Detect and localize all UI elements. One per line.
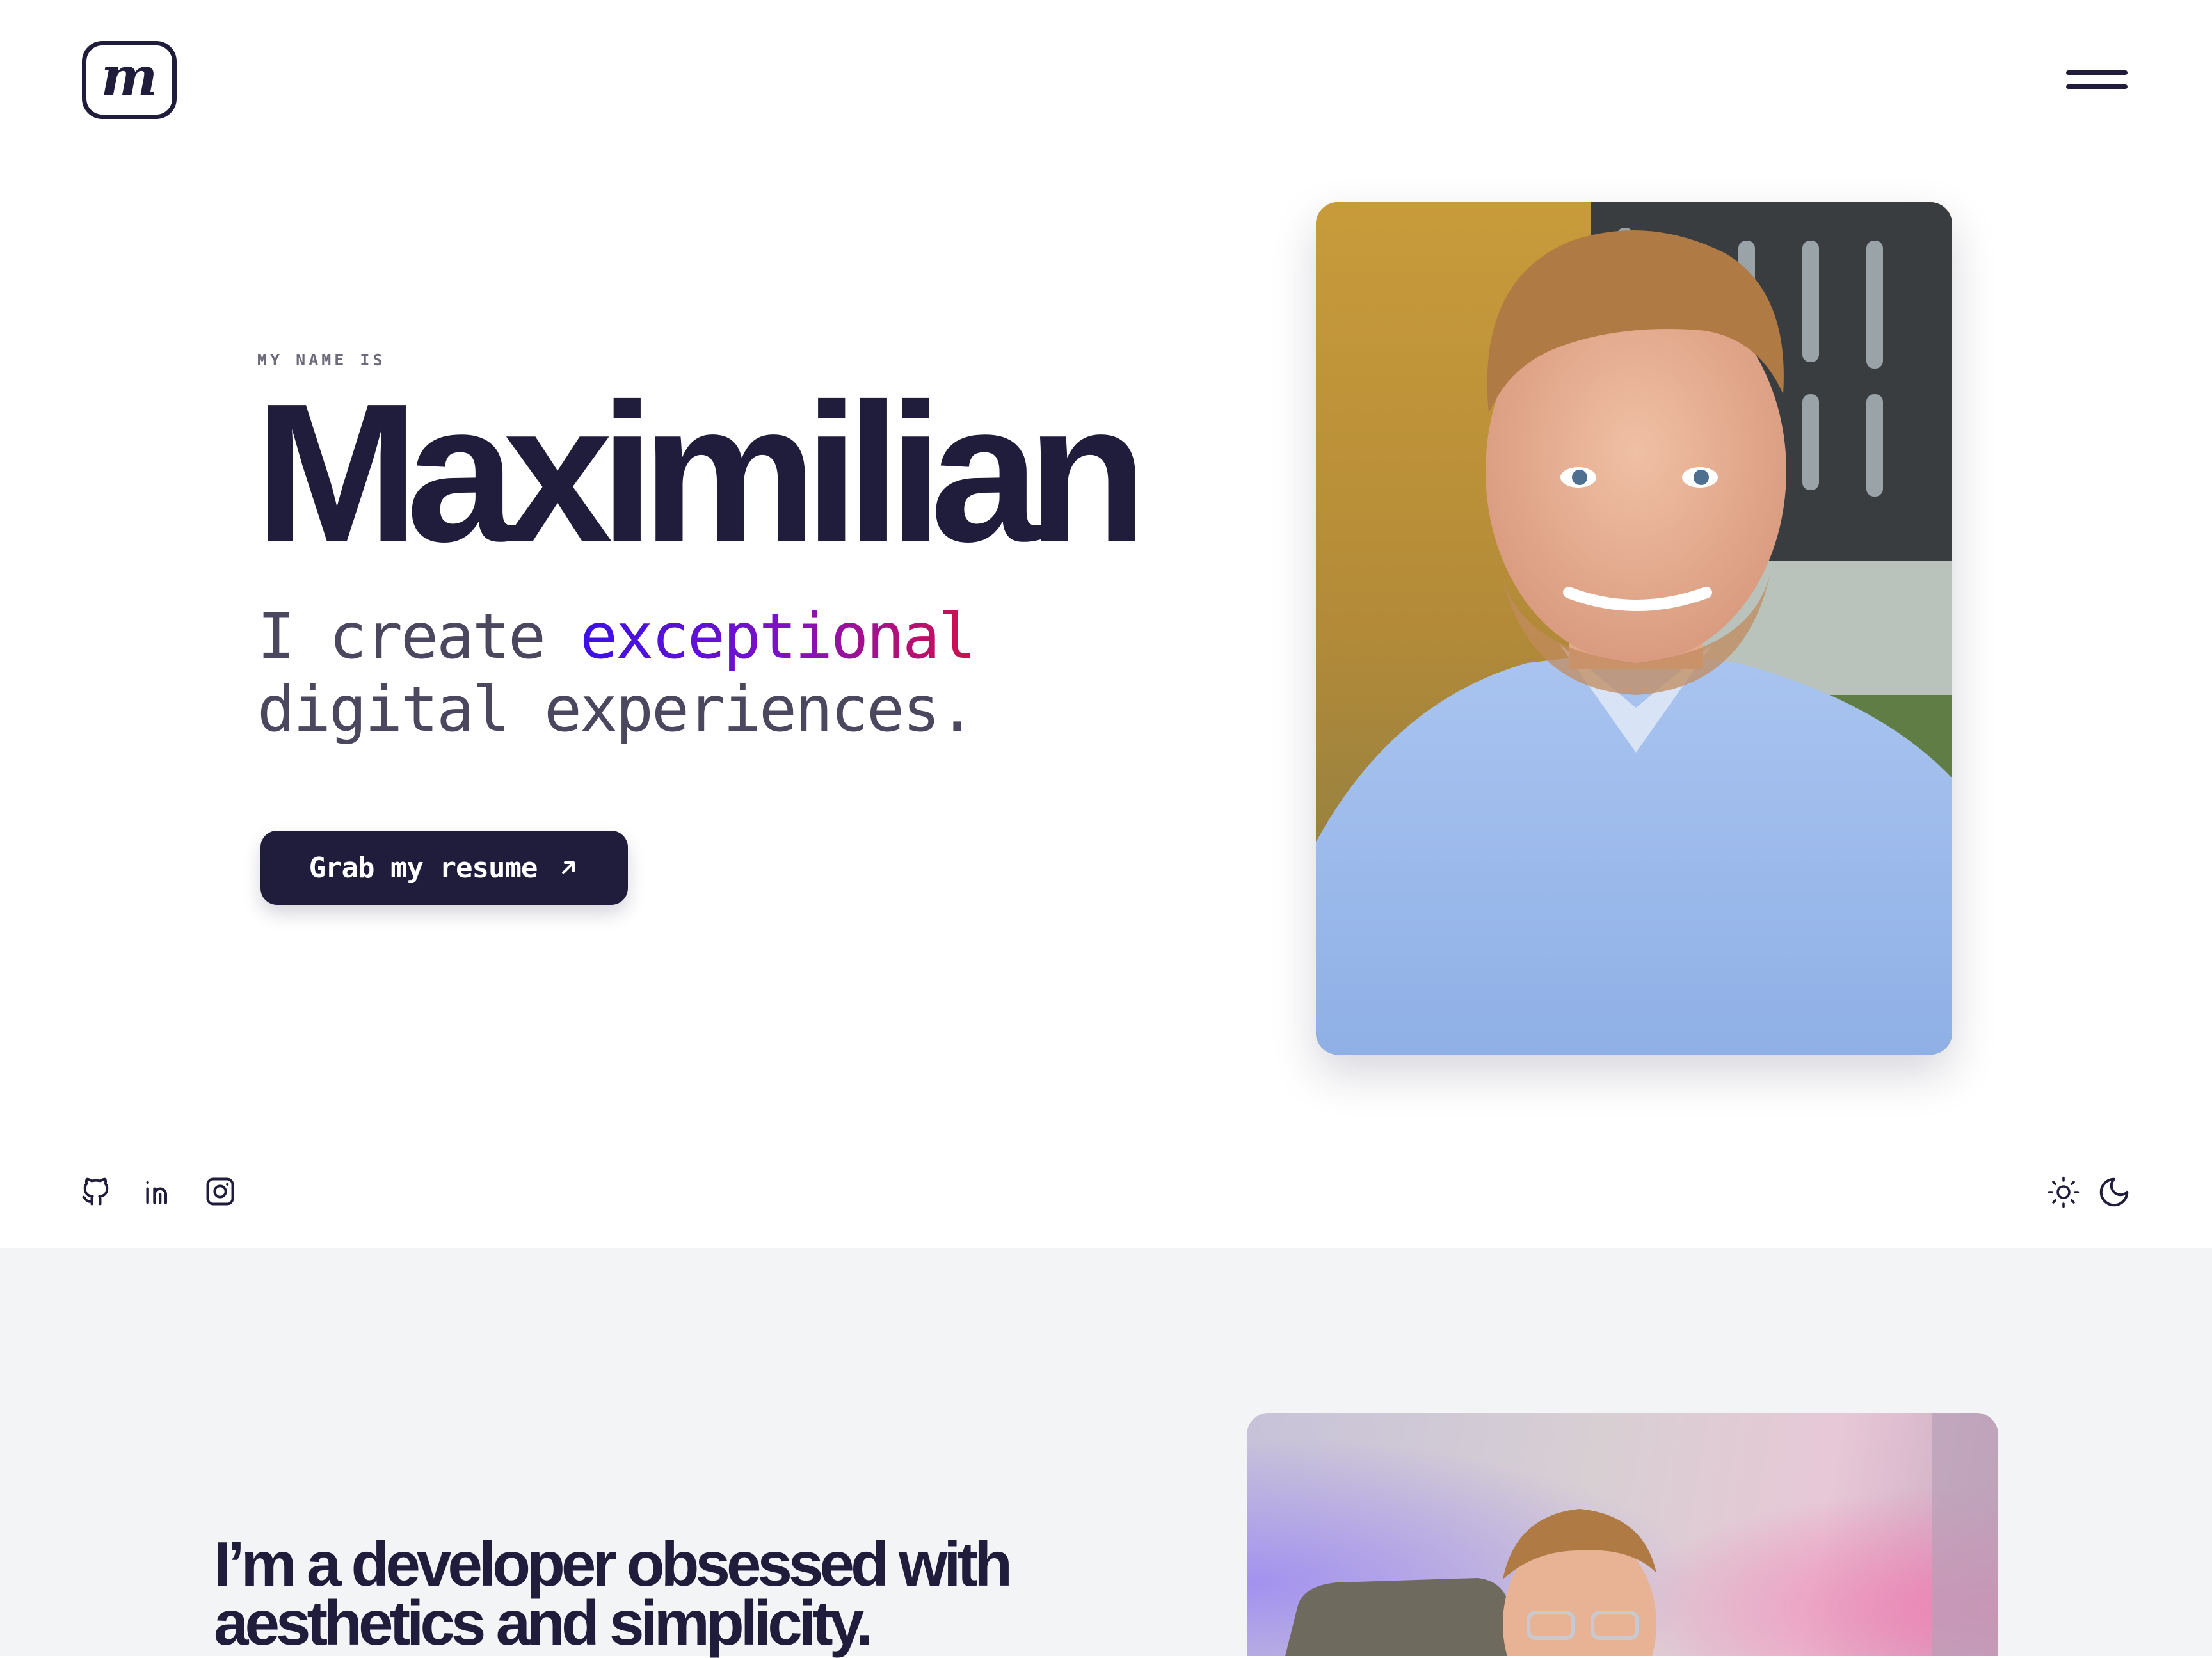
tagline-suffix: digital experiences.: [257, 673, 976, 746]
hamburger-menu-button[interactable]: [2066, 69, 2130, 91]
about-heading: I’m a developer obsessed with aesthetics…: [214, 1529, 1013, 1658]
tagline-line-1: I create exceptional: [257, 600, 976, 673]
hamburger-menu-icon-line: [2066, 84, 2128, 89]
hero-tagline: I create exceptional digital experiences…: [257, 600, 976, 746]
instagram-icon[interactable]: [204, 1175, 237, 1208]
hero-name: Maximilian: [255, 363, 1148, 583]
hamburger-menu-icon: [2066, 70, 2128, 75]
arrow-up-right-icon: [562, 861, 575, 874]
sun-icon[interactable]: [2046, 1175, 2081, 1209]
about-photo-image: [1247, 1413, 1998, 1656]
about-photo: [1247, 1413, 1998, 1656]
hero-portrait-photo: [1316, 202, 1952, 1055]
tagline-accent: exceptional: [580, 600, 976, 673]
moon-icon[interactable]: [2097, 1175, 2131, 1209]
resume-button[interactable]: Grab my resume: [260, 831, 628, 905]
logo-m-icon: m: [100, 45, 158, 108]
logo-home-link[interactable]: m: [82, 41, 177, 119]
resume-button-label: Grab my resume: [309, 851, 538, 884]
github-icon[interactable]: [79, 1175, 113, 1208]
linkedin-icon[interactable]: [142, 1175, 175, 1208]
tagline-prefix: I create: [257, 600, 581, 673]
hero-section: m MY NAME IS Maximilian I create excepti…: [0, 0, 2212, 1248]
portrait-image: [1316, 202, 1952, 1055]
